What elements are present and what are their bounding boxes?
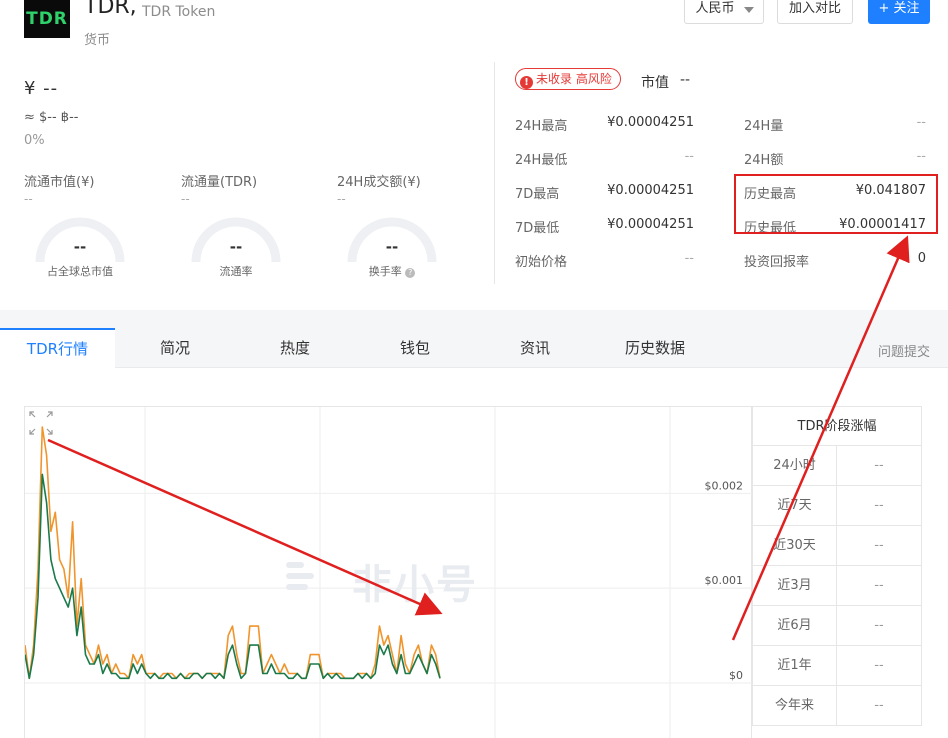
table-row: 近30天 -- <box>753 526 921 566</box>
metric-value-24h-low: -- <box>684 149 694 164</box>
y-tick-label: $0 <box>729 669 743 682</box>
period-value: -- <box>874 538 884 553</box>
coin-name: TDR Token <box>142 4 216 20</box>
table-row: 今年来 -- <box>753 686 921 726</box>
market-cap-value: -- <box>680 72 691 88</box>
current-price: ¥ -- <box>24 78 59 99</box>
market-cap-label: 市值 <box>641 75 669 91</box>
chevron-down-icon <box>744 7 754 13</box>
period-label: 近7天 <box>753 486 837 525</box>
period-label: 近30天 <box>753 526 837 565</box>
metric-value-24h-vol: -- <box>916 115 926 130</box>
period-label: 近3月 <box>753 566 837 605</box>
risk-badge-text: 未收录 高风险 <box>536 72 612 86</box>
coin-type: 货币 <box>84 33 111 48</box>
gauge-label-circulation-rate: 流通率 <box>219 265 253 278</box>
metric-value-7d-low: ¥0.00004251 <box>607 217 694 232</box>
period-value: -- <box>874 658 884 673</box>
highlight-box-all-time <box>734 174 938 234</box>
watermark-logo <box>286 562 314 590</box>
metric-label-initial-price: 初始价格 <box>515 255 568 270</box>
gauge-label-turnover-rate: 换手率 ? <box>337 263 447 279</box>
gauge-value-global-share: -- <box>73 238 87 256</box>
metric-label-24h-low: 24H最低 <box>515 153 568 168</box>
performance-table: TDR阶段涨幅 24小时 -- 近7天 -- 近30天 -- 近3月 -- 近6月 -- … <box>752 406 922 726</box>
period-label: 近6月 <box>753 606 837 645</box>
metric-label-roi: 投资回报率 <box>744 255 810 270</box>
expand-icon[interactable] <box>29 411 53 435</box>
period-value: -- <box>874 698 884 713</box>
tab-heat[interactable]: 热度 <box>240 328 350 368</box>
period-value: -- <box>874 578 884 593</box>
period-value: -- <box>874 498 884 513</box>
watermark-text: 非小号 <box>352 562 478 608</box>
stat-value-circulating-cap: -- <box>24 192 33 206</box>
stat-value-24h-volume: -- <box>337 192 346 206</box>
metric-value-7d-high: ¥0.00004251 <box>607 183 694 198</box>
table-row: 近7天 -- <box>753 486 921 526</box>
help-icon[interactable]: ? <box>405 268 416 278</box>
coin-symbol: TDR, <box>84 0 137 19</box>
period-value: -- <box>874 618 884 633</box>
warning-icon: ! <box>520 76 533 89</box>
y-tick-label: $0.001 <box>705 574 744 587</box>
metric-label-24h-high: 24H最高 <box>515 119 568 134</box>
period-value: -- <box>874 458 884 473</box>
coin-logo: TDR <box>24 0 70 38</box>
y-tick-label: $0.002 <box>705 479 744 492</box>
currency-label: 人民币 <box>695 1 735 16</box>
gauge-value-turnover-rate: -- <box>385 238 399 256</box>
table-row: 近1年 -- <box>753 646 921 686</box>
add-compare-button[interactable]: 加入对比 <box>777 0 853 24</box>
metric-label-7d-low: 7D最低 <box>515 221 560 236</box>
tab-wallet[interactable]: 钱包 <box>360 328 470 368</box>
tab-market[interactable]: TDR行情 <box>0 328 115 368</box>
metric-value-24h-high: ¥0.00004251 <box>607 115 694 130</box>
metric-value-initial-price: -- <box>684 251 694 266</box>
metric-label-24h-vol: 24H量 <box>744 119 784 134</box>
tab-history[interactable]: 历史数据 <box>600 328 710 368</box>
follow-button[interactable]: + 关注 <box>868 0 930 24</box>
currency-select[interactable]: 人民币 <box>684 0 764 24</box>
table-row: 近3月 -- <box>753 566 921 606</box>
metric-label-7d-high: 7D最高 <box>515 187 560 202</box>
stat-label-circulating-supply: 流通量(TDR) <box>181 175 258 190</box>
table-row: 近6月 -- <box>753 606 921 646</box>
metric-value-roi: 0 <box>917 251 926 266</box>
performance-title: TDR阶段涨幅 <box>753 406 921 446</box>
risk-badge[interactable]: ! 未收录 高风险 <box>515 68 621 90</box>
tab-news[interactable]: 资讯 <box>480 328 590 368</box>
tab-overview[interactable]: 简况 <box>120 328 230 368</box>
period-label: 24小时 <box>753 446 837 485</box>
y-axis: $0.002 $0.001 $0 <box>705 479 744 682</box>
gauge-label-global-share: 占全球总市值 <box>47 265 113 278</box>
metric-label-24h-amount: 24H额 <box>744 153 784 168</box>
period-label: 今年来 <box>753 686 837 725</box>
price-approx: ≈ $-- ฿-- <box>24 110 79 125</box>
stat-label-circulating-cap: 流通市值(¥) <box>24 175 95 190</box>
table-row: 24小时 -- <box>753 446 921 486</box>
stat-value-circulating-supply: -- <box>181 192 190 206</box>
turnover-label-text: 换手率 <box>368 265 402 278</box>
metric-value-24h-amount: -- <box>916 149 926 164</box>
stat-label-24h-volume: 24H成交额(¥) <box>337 175 421 190</box>
feedback-link[interactable]: 问题提交 <box>878 341 930 360</box>
period-label: 近1年 <box>753 646 837 685</box>
price-change: 0% <box>24 133 45 148</box>
divider <box>494 62 495 284</box>
gauge-value-circulation-rate: -- <box>229 238 243 256</box>
